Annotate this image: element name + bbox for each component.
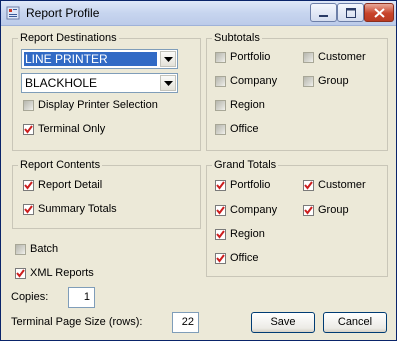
checkbox-label: Region xyxy=(230,228,265,240)
check-mark-icon xyxy=(216,180,225,190)
check-mark-icon xyxy=(216,253,225,263)
checkbox-label: Batch xyxy=(30,243,59,255)
minimize-icon xyxy=(319,15,328,17)
checkbox-label: Company xyxy=(230,75,278,87)
check-mark-icon xyxy=(24,124,33,134)
subtotals-group-checkbox[interactable]: Group xyxy=(303,75,349,87)
page-size-input[interactable]: 22 xyxy=(172,312,199,333)
checkbox-box xyxy=(215,252,226,264)
report-detail-checkbox[interactable]: Report Detail xyxy=(23,179,102,191)
checkbox-label: Office xyxy=(230,123,259,135)
checkbox-box xyxy=(215,228,226,240)
check-mark-icon xyxy=(216,205,225,215)
checkbox-box xyxy=(303,179,314,191)
checkbox-label: Display Printer Selection xyxy=(38,99,158,111)
check-mark-icon xyxy=(16,268,25,278)
terminal-only-checkbox[interactable]: Terminal Only xyxy=(23,123,105,135)
checkbox-box xyxy=(215,123,226,135)
page-size-label: Terminal Page Size (rows): xyxy=(11,316,143,328)
printer-select[interactable]: LINE PRINTER xyxy=(21,49,178,69)
grand-totals-company-checkbox[interactable]: Company xyxy=(215,204,277,216)
grand-totals-customer-checkbox[interactable]: Customer xyxy=(303,179,366,191)
check-mark-icon xyxy=(24,180,33,190)
grand-totals-legend: Grand Totals xyxy=(214,159,277,171)
subtotals-legend: Subtotals xyxy=(214,32,260,44)
maximize-icon xyxy=(346,8,356,18)
checkbox-label: Portfolio xyxy=(230,179,271,191)
subtotals-region-checkbox[interactable]: Region xyxy=(215,99,265,111)
xml-reports-checkbox[interactable]: XML Reports xyxy=(15,267,94,279)
chevron-down-icon xyxy=(164,57,173,62)
checkbox-box xyxy=(23,203,34,215)
device-select[interactable]: BLACKHOLE xyxy=(21,73,178,93)
app-icon xyxy=(6,6,20,20)
report-destinations-legend: Report Destinations xyxy=(20,32,117,44)
checkbox-box xyxy=(15,267,26,279)
checkbox-label: Report Detail xyxy=(38,179,103,191)
grand-totals-region-checkbox[interactable]: Region xyxy=(215,228,265,240)
checkbox-box xyxy=(215,99,226,111)
checkbox-box xyxy=(215,179,226,191)
grand-totals-portfolio-checkbox[interactable]: Portfolio xyxy=(215,179,270,191)
printer-select-value: LINE PRINTER xyxy=(24,52,157,66)
checkbox-box xyxy=(23,179,34,191)
checkbox-box xyxy=(215,51,226,63)
grand-totals-office-checkbox[interactable]: Office xyxy=(215,252,259,264)
checkbox-box xyxy=(23,99,34,111)
summary-totals-checkbox[interactable]: Summary Totals xyxy=(23,203,117,215)
checkbox-box xyxy=(303,51,314,63)
checkbox-box xyxy=(215,204,226,216)
check-mark-icon xyxy=(304,205,313,215)
checkbox-box xyxy=(15,243,26,255)
chevron-down-icon xyxy=(164,81,173,86)
subtotals-customer-checkbox[interactable]: Customer xyxy=(303,51,366,63)
close-button[interactable] xyxy=(364,3,394,22)
check-mark-icon xyxy=(304,180,313,190)
checkbox-label: Customer xyxy=(318,51,366,63)
grand-totals-group-checkbox[interactable]: Group xyxy=(303,204,349,216)
window-title: Report Profile xyxy=(26,6,100,20)
device-select-value: BLACKHOLE xyxy=(25,76,98,90)
checkbox-label: Summary Totals xyxy=(38,203,117,215)
subtotals-office-checkbox[interactable]: Office xyxy=(215,123,259,135)
checkbox-label: Company xyxy=(230,204,278,216)
checkbox-label: Office xyxy=(230,252,259,264)
save-button[interactable]: Save xyxy=(251,312,315,333)
checkbox-label: Region xyxy=(230,99,265,111)
title-bar[interactable]: Report Profile xyxy=(1,1,396,26)
checkbox-label: Customer xyxy=(318,179,366,191)
checkbox-label: XML Reports xyxy=(30,267,94,279)
checkbox-label: Group xyxy=(318,75,349,87)
checkbox-label: Group xyxy=(318,204,349,216)
checkbox-box xyxy=(23,123,34,135)
checkbox-label: Portfolio xyxy=(230,51,271,63)
copies-label: Copies: xyxy=(11,291,49,303)
checkbox-label: Terminal Only xyxy=(38,123,106,135)
close-icon xyxy=(374,8,385,18)
printer-select-dropdown-button[interactable] xyxy=(160,51,176,67)
minimize-button[interactable] xyxy=(310,3,337,22)
report-contents-legend: Report Contents xyxy=(20,159,101,171)
batch-checkbox[interactable]: Batch xyxy=(15,243,58,255)
cancel-button[interactable]: Cancel xyxy=(323,312,387,333)
maximize-button[interactable] xyxy=(337,3,364,22)
checkbox-box xyxy=(303,75,314,87)
check-mark-icon xyxy=(24,204,33,214)
copies-input[interactable]: 1 xyxy=(68,287,95,308)
checkbox-box xyxy=(215,75,226,87)
display-printer-selection-checkbox[interactable]: Display Printer Selection xyxy=(23,99,158,111)
report-profile-window: Report Profile Report Destinations LINE … xyxy=(0,0,397,341)
subtotals-company-checkbox[interactable]: Company xyxy=(215,75,277,87)
subtotals-portfolio-checkbox[interactable]: Portfolio xyxy=(215,51,270,63)
report-contents-group: Report Contents xyxy=(12,159,201,229)
device-select-dropdown-button[interactable] xyxy=(160,75,176,91)
check-mark-icon xyxy=(216,229,225,239)
checkbox-box xyxy=(303,204,314,216)
